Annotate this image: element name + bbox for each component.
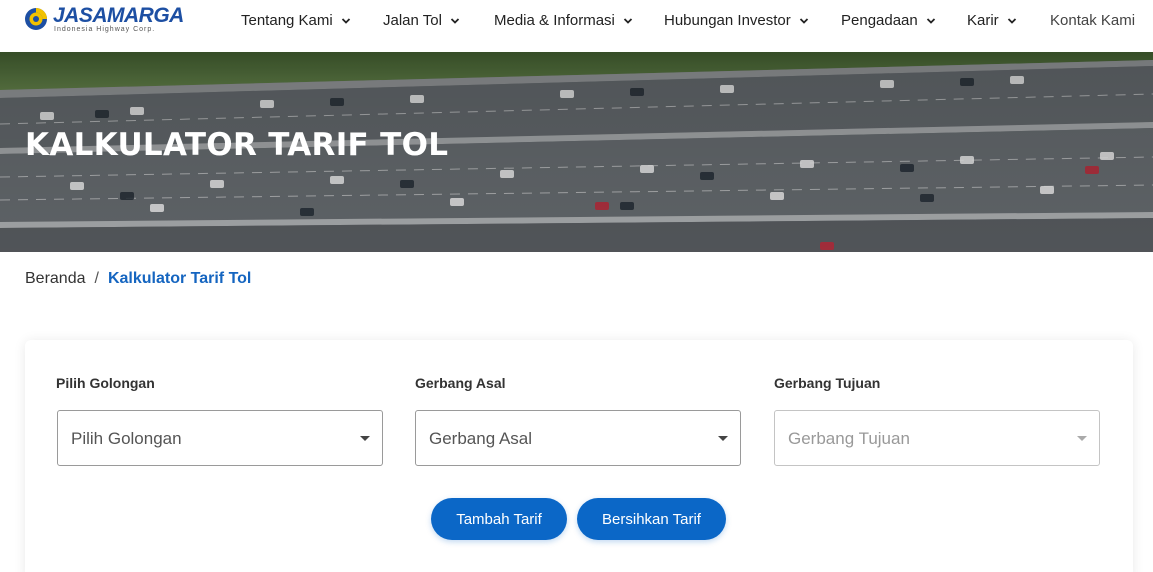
nav-item-label: Media & Informasi bbox=[494, 12, 615, 29]
nav-item-karir[interactable]: Karir bbox=[967, 12, 1017, 29]
page-title: KALKULATOR TARIF TOL bbox=[25, 127, 449, 163]
breadcrumb-home-link[interactable]: Beranda bbox=[25, 270, 86, 288]
breadcrumb-separator: / bbox=[94, 270, 99, 287]
gerbang-asal-select-value: Gerbang Asal bbox=[429, 429, 533, 448]
toll-calculator-card: Pilih Golongan Pilih Golongan Gerbang As… bbox=[25, 340, 1133, 572]
nav-item-kontak-kami[interactable]: Kontak Kami bbox=[1050, 12, 1135, 29]
brand-tagline: Indonesia Highway Corp. bbox=[54, 26, 156, 33]
nav-item-hubungan-investor[interactable]: Hubungan Investor bbox=[664, 12, 809, 29]
hero-banner: KALKULATOR TARIF TOL bbox=[0, 52, 1153, 252]
nav-item-label: Pengadaan bbox=[841, 12, 918, 29]
nav-item-label: Tentang Kami bbox=[241, 12, 333, 29]
breadcrumb-current: Kalkulator Tarif Tol bbox=[107, 270, 252, 287]
chevron-down-icon bbox=[341, 17, 350, 24]
gerbang-asal-label: Gerbang Asal bbox=[415, 375, 506, 391]
chevron-down-icon bbox=[926, 17, 935, 24]
breadcrumb: Beranda / Kalkulator Tarif Tol bbox=[25, 270, 251, 288]
nav-item-label: Jalan Tol bbox=[383, 12, 442, 29]
nav-item-label: Kontak Kami bbox=[1050, 12, 1136, 29]
nav-item-pengadaan[interactable]: Pengadaan bbox=[841, 12, 936, 29]
gerbang-tujuan-label: Gerbang Tujuan bbox=[774, 375, 881, 391]
tambah-tarif-button[interactable]: Tambah Tarif bbox=[431, 498, 567, 540]
site-header: JASAMARGA Indonesia Highway Corp. Tentan… bbox=[0, 0, 1153, 52]
nav-item-tentang-kami[interactable]: Tentang Kami bbox=[241, 12, 351, 29]
golongan-select-value: Pilih Golongan bbox=[71, 429, 182, 448]
caret-down-icon bbox=[718, 436, 728, 441]
golongan-label: Pilih Golongan bbox=[56, 375, 155, 391]
nav-item-label: Hubungan Investor bbox=[664, 12, 791, 29]
caret-down-icon bbox=[360, 436, 370, 441]
caret-down-icon bbox=[1077, 436, 1087, 441]
golongan-select[interactable]: Pilih Golongan bbox=[57, 410, 383, 466]
jasamarga-logo[interactable]: JASAMARGA Indonesia Highway Corp. bbox=[24, 4, 184, 36]
logo-mark-icon bbox=[25, 8, 47, 30]
nav-item-jalan-tol[interactable]: Jalan Tol bbox=[383, 12, 460, 29]
nav-item-media-informasi[interactable]: Media & Informasi bbox=[494, 12, 633, 29]
gerbang-asal-select[interactable]: Gerbang Asal bbox=[415, 410, 741, 466]
chevron-down-icon bbox=[799, 17, 808, 24]
gerbang-tujuan-select[interactable]: Gerbang Tujuan bbox=[774, 410, 1100, 466]
chevron-down-icon bbox=[1007, 17, 1016, 24]
brand-name: JASAMARGA bbox=[53, 4, 184, 27]
chevron-down-icon bbox=[623, 17, 633, 24]
nav-item-label: Karir bbox=[967, 12, 999, 29]
gerbang-tujuan-select-value: Gerbang Tujuan bbox=[788, 429, 910, 448]
chevron-down-icon bbox=[450, 17, 460, 24]
bersihkan-tarif-button[interactable]: Bersihkan Tarif bbox=[577, 498, 726, 540]
